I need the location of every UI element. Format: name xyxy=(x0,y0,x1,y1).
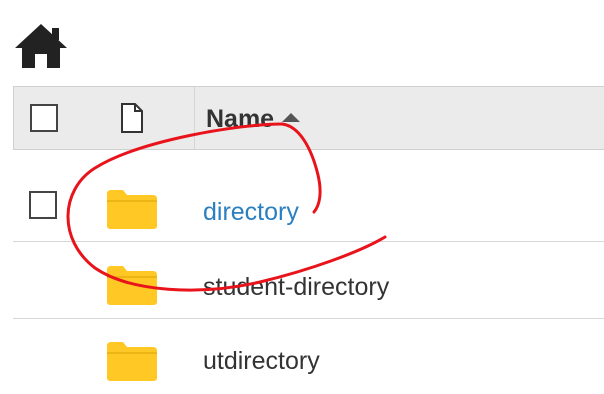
sort-ascending-icon xyxy=(282,113,301,122)
folder-icon xyxy=(107,190,157,229)
select-all-checkbox[interactable] xyxy=(30,104,58,132)
row-divider xyxy=(13,318,604,319)
table-row[interactable]: utdirectory xyxy=(13,322,604,394)
folder-link-directory[interactable]: directory xyxy=(203,198,299,227)
name-header-label: Name xyxy=(206,105,275,133)
row-divider xyxy=(13,241,604,242)
file-type-icon[interactable] xyxy=(120,103,144,133)
folder-icon xyxy=(107,266,157,305)
folder-name-student-directory[interactable]: student-directory xyxy=(203,273,389,302)
folder-icon xyxy=(107,342,157,381)
home-icon[interactable] xyxy=(13,22,69,70)
row-checkbox[interactable] xyxy=(29,191,57,219)
table-row[interactable]: directory xyxy=(13,172,604,244)
table-row[interactable]: student-directory xyxy=(13,246,604,318)
table-header: Name xyxy=(13,86,604,150)
name-column-header[interactable]: Name xyxy=(206,105,301,134)
folder-name-utdirectory[interactable]: utdirectory xyxy=(203,347,320,376)
header-separator xyxy=(194,87,195,149)
